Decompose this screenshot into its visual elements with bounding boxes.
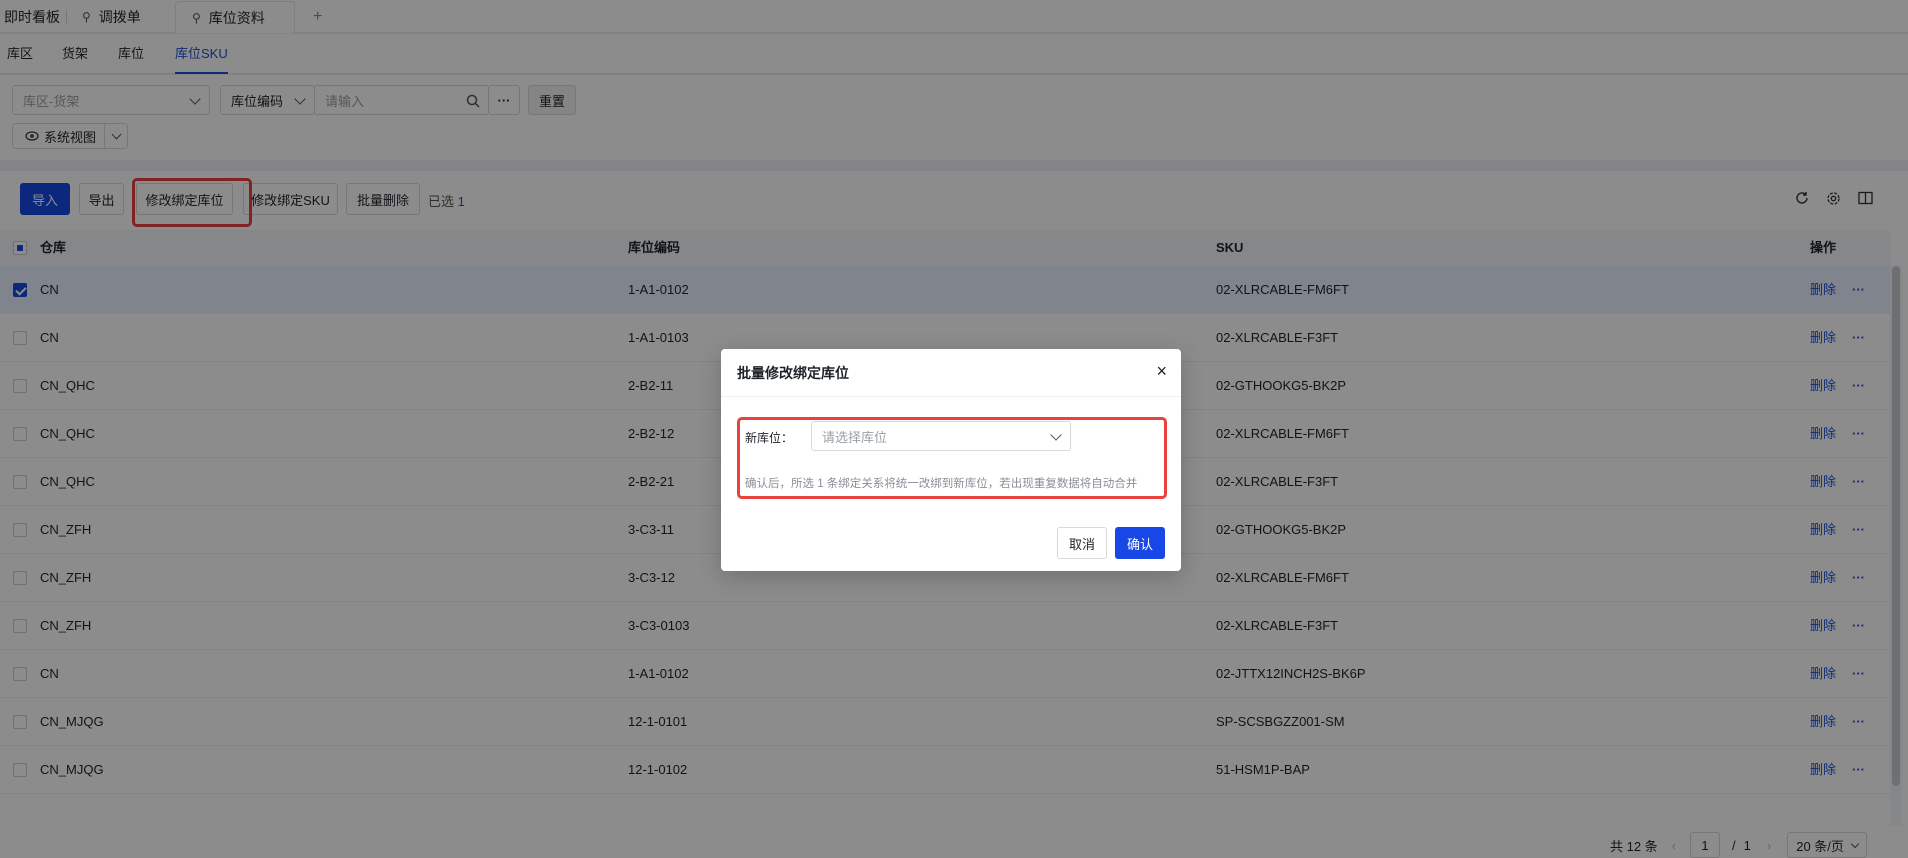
new-location-label: 新库位：	[745, 431, 794, 445]
dialog-title: 批量修改绑定库位	[737, 365, 849, 381]
cancel-button[interactable]: 取消	[1057, 527, 1107, 559]
dialog-hint: 确认后，所选 1 条绑定关系将统一改绑到新库位，若出现重复数据将自动合并	[745, 478, 1138, 490]
dialog-header: 批量修改绑定库位 ×	[721, 349, 1181, 397]
new-location-placeholder: 请选择库位	[822, 429, 888, 445]
confirm-button[interactable]: 确认	[1115, 527, 1165, 559]
close-icon[interactable]: ×	[1156, 361, 1167, 382]
batch-modify-location-dialog: 批量修改绑定库位 × 新库位： 请选择库位 确认后，所选 1 条绑定关系将统一改…	[721, 349, 1181, 571]
new-location-select[interactable]: 请选择库位	[811, 421, 1071, 451]
chevron-down-icon	[1050, 429, 1062, 441]
